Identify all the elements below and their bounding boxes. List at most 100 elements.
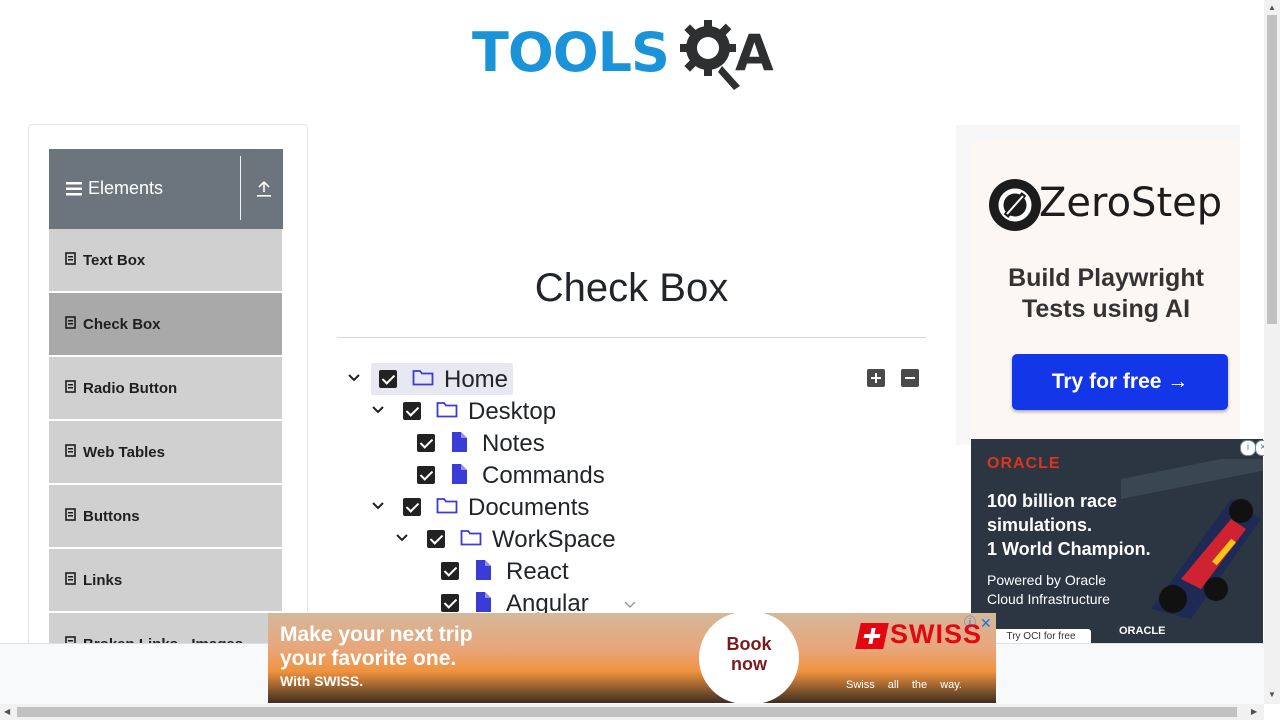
checkbox-checked[interactable] bbox=[441, 562, 459, 580]
checkbox-checked[interactable] bbox=[427, 530, 445, 548]
scroll-down-icon[interactable]: ▼ bbox=[1268, 690, 1276, 699]
checkbox-checked[interactable] bbox=[417, 434, 435, 452]
chevron-down-icon bbox=[624, 601, 636, 608]
sidebar-item-radio-button[interactable]: Radio Button bbox=[49, 357, 282, 421]
tree-node-label: Documents bbox=[468, 494, 590, 521]
file-icon bbox=[65, 252, 76, 265]
logo-text-a: A bbox=[735, 24, 774, 82]
book-now-line: Book bbox=[726, 634, 772, 654]
sidebar-item-label: Text Box bbox=[83, 252, 146, 269]
file-icon bbox=[65, 444, 76, 457]
checkbox-checked[interactable] bbox=[417, 466, 435, 484]
tree-node-label: WorkSpace bbox=[492, 526, 616, 553]
close-ad-icon[interactable]: ✕ bbox=[980, 615, 992, 632]
sidebar-item-label: Check Box bbox=[83, 316, 161, 333]
oracle-headline-line: 100 billion race bbox=[987, 491, 1118, 511]
sidebar-item-label: Web Tables bbox=[83, 444, 165, 461]
gear-magnifier-icon bbox=[680, 20, 740, 90]
sidebar-item-links[interactable]: Links bbox=[49, 549, 282, 613]
expand-all-button[interactable] bbox=[867, 369, 885, 387]
tree-node-label: Desktop bbox=[468, 398, 557, 425]
file-icon bbox=[476, 592, 491, 612]
file-icon bbox=[452, 464, 467, 484]
horizontal-scrollbar[interactable]: ◀ ▶ bbox=[0, 704, 1264, 720]
collapse-up-icon[interactable] bbox=[255, 180, 273, 198]
book-now-line: now bbox=[731, 654, 767, 674]
zerostep-logo-icon bbox=[989, 179, 1041, 231]
oracle-headline-line: simulations. bbox=[987, 515, 1093, 535]
tree-node-notes[interactable]: Notes bbox=[384, 428, 614, 460]
sidebar-item-label: Links bbox=[83, 572, 123, 589]
zerostep-brand: ZeroStep bbox=[1039, 180, 1223, 226]
title-divider bbox=[337, 337, 926, 338]
toolsqa-logo[interactable]: TOOLS A bbox=[472, 14, 797, 92]
tree-node-label: Commands bbox=[482, 462, 605, 489]
swiss-small-text: With SWISS. bbox=[280, 673, 364, 689]
file-icon bbox=[452, 432, 467, 452]
checkbox-checked[interactable] bbox=[379, 370, 397, 388]
minus-icon bbox=[905, 377, 915, 379]
adchoices-icon[interactable]: i bbox=[1240, 440, 1256, 456]
folder-icon bbox=[436, 498, 458, 514]
plus-icon-vertical bbox=[875, 373, 877, 383]
tree-node-react[interactable]: React bbox=[408, 556, 608, 588]
swiss-headline-line: Make your next trip bbox=[280, 623, 473, 646]
horizontal-scroll-thumb[interactable] bbox=[17, 707, 1237, 717]
oracle-headline-line: 1 World Champion. bbox=[987, 539, 1151, 559]
tree-node-label: React bbox=[506, 558, 569, 585]
file-icon bbox=[65, 508, 76, 521]
collapse-all-button[interactable] bbox=[901, 369, 919, 387]
adchoices-icon[interactable]: ⓘ bbox=[964, 613, 976, 630]
folder-icon bbox=[436, 402, 458, 418]
tree-node-label: Notes bbox=[482, 430, 545, 457]
zerostep-ad[interactable]: ZeroStep Build Playwright Tests using AI… bbox=[956, 125, 1240, 445]
swiss-ad[interactable]: Make your next trip your favorite one. W… bbox=[268, 613, 996, 703]
oracle-ad[interactable]: ORACLE 100 billion race simulations. 1 W… bbox=[971, 439, 1263, 643]
swiss-headline-line: your favorite one. bbox=[280, 647, 457, 670]
zerostep-ad-panel: ZeroStep Build Playwright Tests using AI… bbox=[971, 140, 1240, 440]
tree-node-desktop[interactable]: Desktop bbox=[370, 396, 570, 428]
oracle-brand: ORACLE bbox=[987, 455, 1061, 472]
scroll-right-icon[interactable]: ▶ bbox=[1251, 707, 1257, 716]
sidebar-item-web-tables[interactable]: Web Tables bbox=[49, 421, 282, 485]
file-icon bbox=[65, 316, 76, 329]
oracle-cta-button[interactable]: Try OCI for free bbox=[991, 629, 1091, 643]
hamburger-icon bbox=[66, 182, 82, 196]
chevron-down-icon[interactable] bbox=[346, 370, 362, 386]
oracle-subtext: Powered by Oracle Cloud Infrastructure bbox=[987, 571, 1110, 609]
file-icon bbox=[65, 380, 76, 393]
checkbox-checked[interactable] bbox=[441, 594, 459, 612]
file-icon bbox=[65, 572, 76, 585]
checkbox-checked[interactable] bbox=[403, 402, 421, 420]
oracle-footer-logo: ORACLE bbox=[1119, 625, 1166, 637]
scroll-left-icon[interactable]: ◀ bbox=[4, 707, 10, 716]
swiss-flag-icon bbox=[855, 623, 889, 649]
oracle-sub-line: Cloud Infrastructure bbox=[987, 591, 1110, 607]
tree-node-workspace[interactable]: WorkSpace bbox=[394, 524, 634, 556]
oracle-headline: 100 billion race simulations. 1 World Ch… bbox=[987, 489, 1151, 561]
checkbox-checked[interactable] bbox=[403, 498, 421, 516]
scroll-up-icon[interactable]: ▲ bbox=[1268, 3, 1276, 12]
chevron-down-icon[interactable] bbox=[394, 530, 410, 546]
tree-node-commands[interactable]: Commands bbox=[384, 460, 624, 492]
oracle-sub-line: Powered by Oracle bbox=[987, 572, 1107, 588]
book-now-button[interactable]: Book now bbox=[699, 613, 799, 703]
group-title: Elements bbox=[88, 178, 164, 198]
vertical-scroll-thumb[interactable] bbox=[1267, 15, 1277, 324]
tree-node-documents[interactable]: Documents bbox=[370, 492, 610, 524]
vertical-scrollbar[interactable]: ▲ ▼ bbox=[1264, 0, 1280, 704]
chevron-down-icon[interactable] bbox=[370, 498, 386, 514]
tree-node-home[interactable]: Home bbox=[346, 364, 546, 396]
tree-node-label: Home bbox=[444, 366, 509, 393]
elements-group-header[interactable]: Elements bbox=[49, 149, 283, 229]
sidebar-item-check-box[interactable]: Check Box bbox=[49, 293, 282, 357]
sidebar-item-buttons[interactable]: Buttons bbox=[49, 485, 282, 549]
chevron-down-icon[interactable] bbox=[370, 402, 386, 418]
folder-icon bbox=[412, 370, 434, 386]
sidebar-item-label: Buttons bbox=[83, 508, 140, 525]
page-title: Check Box bbox=[534, 266, 729, 310]
logo-text-tools: TOOLS bbox=[472, 21, 670, 84]
swiss-headline: Make your next trip your favorite one. bbox=[280, 623, 473, 671]
zerostep-cta-button[interactable]: Try for free → bbox=[1012, 354, 1228, 410]
sidebar-item-text-box[interactable]: Text Box bbox=[49, 229, 282, 293]
